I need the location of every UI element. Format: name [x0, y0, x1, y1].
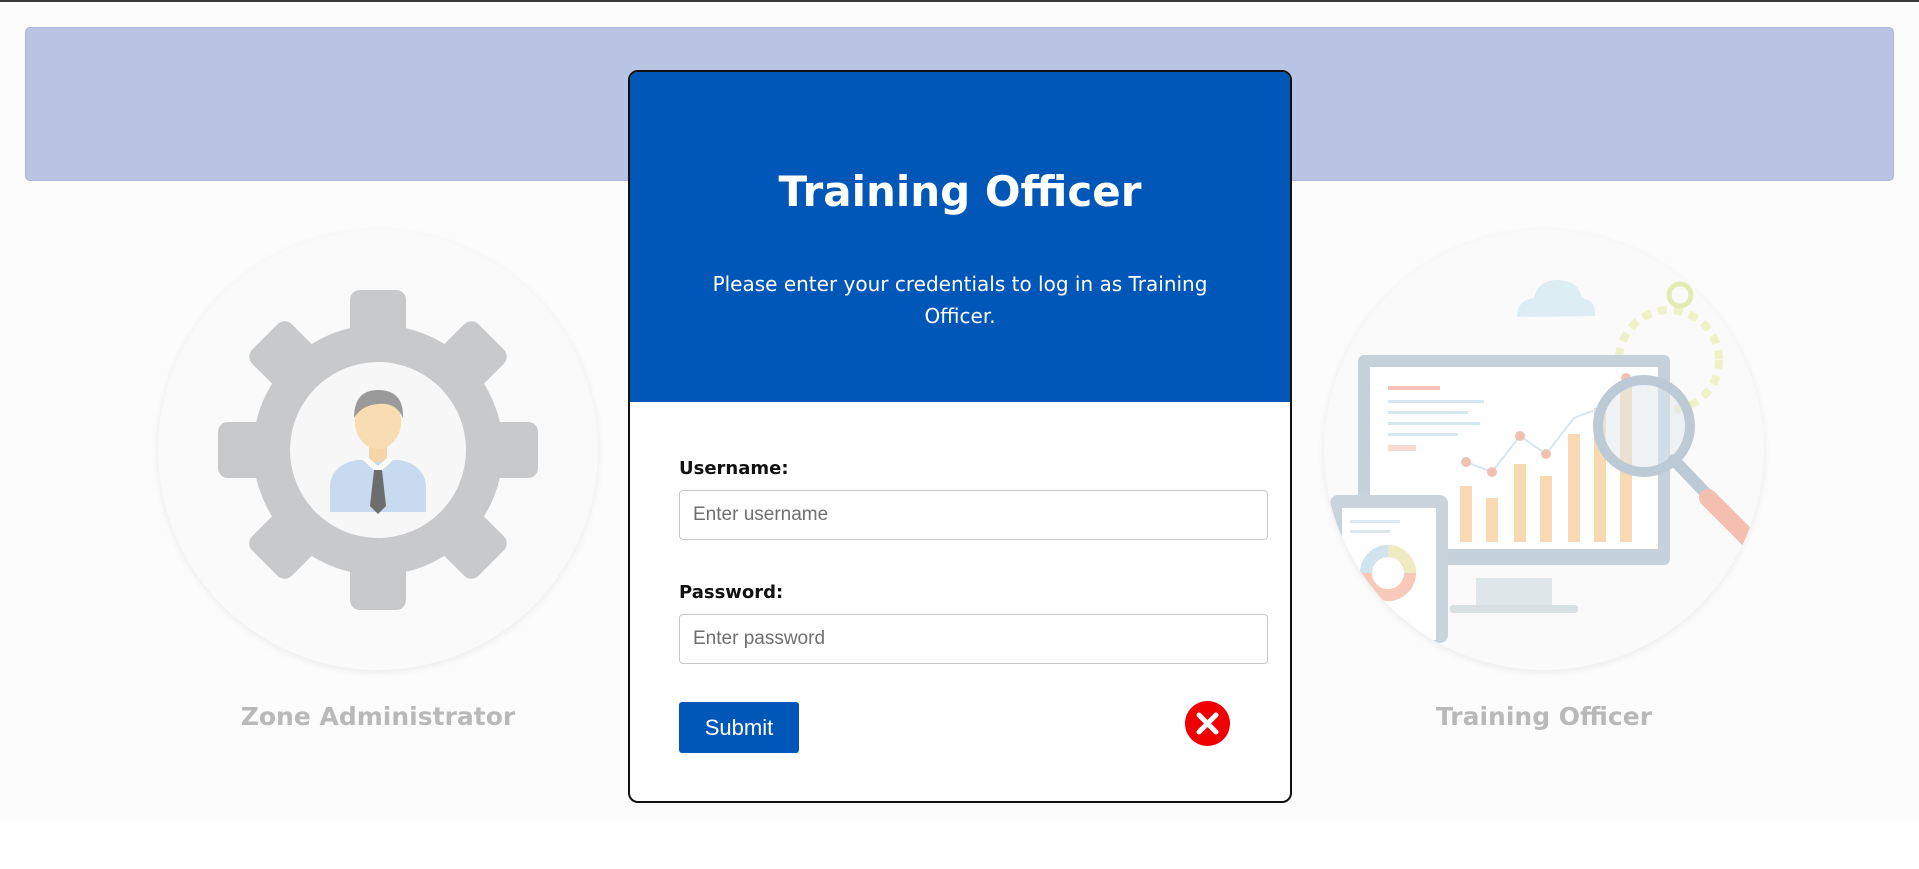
password-input[interactable] — [679, 614, 1268, 664]
submit-button[interactable]: Submit — [679, 702, 799, 753]
username-input[interactable] — [679, 490, 1268, 540]
modal-title: Training Officer — [778, 167, 1142, 216]
analytics-dashboard-icon — [1330, 279, 1759, 643]
password-label: Password: — [679, 582, 784, 603]
training-officer-card[interactable] — [1324, 230, 1764, 670]
username-label: Username: — [679, 458, 789, 479]
login-modal: Training Officer Please enter your crede… — [628, 70, 1292, 803]
admin-gear-person-icon — [218, 290, 538, 610]
close-button[interactable] — [1185, 701, 1230, 746]
modal-description: Please enter your credentials to log in … — [712, 272, 1208, 328]
modal-header: Training Officer Please enter your crede… — [630, 72, 1290, 402]
training-officer-label[interactable]: Training Officer — [1324, 702, 1764, 731]
zone-administrator-card[interactable] — [158, 230, 598, 670]
zone-administrator-label[interactable]: Zone Administrator — [158, 702, 598, 731]
close-icon — [1196, 712, 1219, 735]
